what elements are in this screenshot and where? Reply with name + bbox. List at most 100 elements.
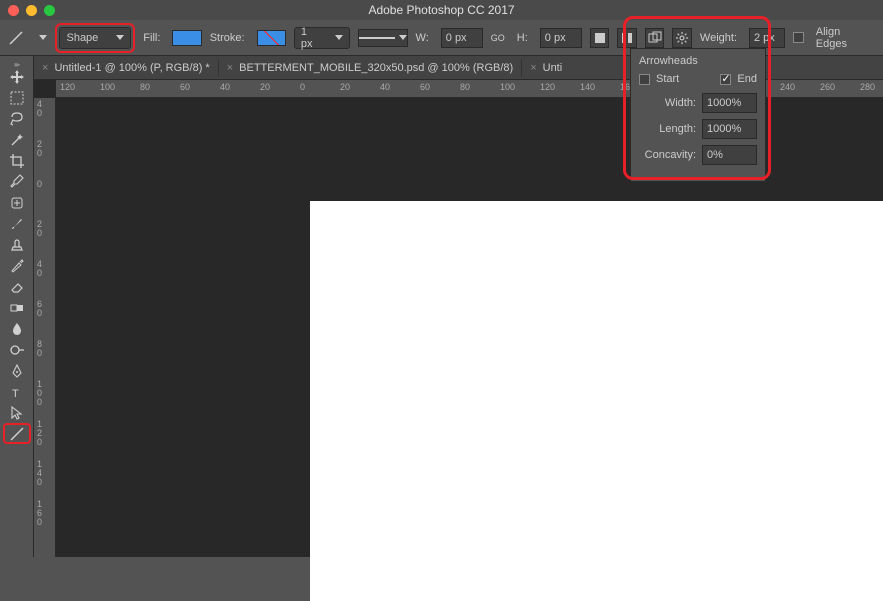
gradient-tool[interactable] <box>3 297 31 318</box>
eraser-tool[interactable] <box>3 276 31 297</box>
close-tab-icon[interactable]: × <box>530 62 536 74</box>
arrowheads-popover: Arrowheads Start End Width: Length: Conc… <box>630 48 766 182</box>
ruler-tick: 0 <box>300 82 305 92</box>
ruler-tick: 160 <box>37 500 42 527</box>
end-arrow-label: End <box>737 73 757 85</box>
line-tool-icon[interactable] <box>6 28 25 48</box>
ruler-tick: 100 <box>100 82 115 92</box>
ruler-tick: 20 <box>340 82 350 92</box>
document-tab-label: Untitled-1 @ 100% (P, RGB/8) * <box>54 62 209 74</box>
eyedropper-tool[interactable] <box>3 171 31 192</box>
ruler-tick: 40 <box>380 82 390 92</box>
align-edges-label: Align Edges <box>816 26 873 50</box>
marquee-tool[interactable] <box>3 87 31 108</box>
ruler-tick: 80 <box>460 82 470 92</box>
shape-mode-highlight: Shape <box>55 23 135 53</box>
chevron-down-icon <box>399 35 407 40</box>
window-controls <box>8 5 55 16</box>
svg-text:T: T <box>12 388 19 400</box>
tools-panel: ▸▸ T <box>0 56 34 557</box>
ruler-tick: 60 <box>37 300 42 318</box>
brush-tool[interactable] <box>3 213 31 234</box>
close-window-button[interactable] <box>8 5 19 16</box>
close-tab-icon[interactable]: × <box>42 62 48 74</box>
end-arrow-checkbox[interactable] <box>720 74 731 85</box>
clone-stamp-tool[interactable] <box>3 234 31 255</box>
ruler-tick: 20 <box>260 82 270 92</box>
tool-preset-dropdown-icon[interactable] <box>39 35 47 40</box>
arrow-concavity-label: Concavity: <box>639 149 696 161</box>
ruler-tick: 100 <box>500 82 515 92</box>
stroke-swatch[interactable] <box>257 30 286 46</box>
document-tab[interactable]: × Untitled-1 @ 100% (P, RGB/8) * <box>34 56 218 80</box>
ruler-tick: 100 <box>37 380 42 407</box>
height-input[interactable] <box>540 28 582 48</box>
ruler-tick: 20 <box>37 140 42 158</box>
weight-input[interactable] <box>749 28 785 48</box>
arrow-length-input[interactable] <box>702 119 757 139</box>
ruler-tick: 120 <box>60 82 75 92</box>
stroke-width-value: 1 px <box>301 26 321 50</box>
path-operations-button[interactable] <box>590 28 610 48</box>
path-selection-tool[interactable] <box>3 402 31 423</box>
link-wh-icon[interactable]: GO <box>491 33 505 43</box>
crop-tool[interactable] <box>3 150 31 171</box>
fill-swatch[interactable] <box>172 30 201 46</box>
solid-line-icon <box>359 37 395 39</box>
ruler-tick: 140 <box>580 82 595 92</box>
stroke-label: Stroke: <box>210 32 245 44</box>
stroke-style-dropdown[interactable] <box>358 29 408 47</box>
maximize-window-button[interactable] <box>44 5 55 16</box>
start-arrow-label: Start <box>656 73 714 85</box>
ruler-tick: 20 <box>37 220 42 238</box>
healing-brush-tool[interactable] <box>3 192 31 213</box>
ruler-tick: 240 <box>780 82 795 92</box>
document-tab[interactable]: × Unti <box>522 56 570 80</box>
ruler-tick: 40 <box>220 82 230 92</box>
weight-label: Weight: <box>700 32 737 44</box>
ruler-tick: 120 <box>37 420 42 447</box>
document-tab[interactable]: × BETTERMENT_MOBILE_320x50.psd @ 100% (R… <box>219 56 521 80</box>
start-arrow-checkbox[interactable] <box>639 74 650 85</box>
title-bar: Adobe Photoshop CC 2017 <box>0 0 883 20</box>
minimize-window-button[interactable] <box>26 5 37 16</box>
ruler-tick: 80 <box>37 340 42 358</box>
chevron-down-icon <box>116 35 124 40</box>
ruler-tick: 60 <box>420 82 430 92</box>
document-tab-label: Unti <box>543 62 563 74</box>
align-edges-checkbox[interactable] <box>793 32 804 43</box>
magic-wand-tool[interactable] <box>3 129 31 150</box>
height-label: H: <box>517 32 528 44</box>
blur-tool[interactable] <box>3 318 31 339</box>
stroke-width-dropdown[interactable]: 1 px <box>294 27 350 49</box>
chevron-down-icon <box>335 35 343 40</box>
ruler-tick: 40 <box>37 100 42 118</box>
path-arrangement-button[interactable] <box>645 28 665 48</box>
arrow-concavity-input[interactable] <box>702 145 757 165</box>
lasso-tool[interactable] <box>3 108 31 129</box>
arrow-width-label: Width: <box>639 97 696 109</box>
ruler-tick: 280 <box>860 82 875 92</box>
dodge-tool[interactable] <box>3 339 31 360</box>
ruler-tick: 260 <box>820 82 835 92</box>
history-brush-tool[interactable] <box>3 255 31 276</box>
popover-heading: Arrowheads <box>639 55 757 67</box>
arrow-length-label: Length: <box>639 123 696 135</box>
tool-mode-dropdown[interactable]: Shape <box>59 27 131 49</box>
tool-mode-label: Shape <box>66 32 98 44</box>
vertical-ruler: 4020020406080100120140160 <box>34 98 56 557</box>
type-tool[interactable]: T <box>3 381 31 402</box>
ruler-tick: 60 <box>180 82 190 92</box>
document-canvas[interactable] <box>310 201 883 601</box>
close-tab-icon[interactable]: × <box>227 62 233 74</box>
path-alignment-button[interactable] <box>617 28 637 48</box>
document-tab-label: BETTERMENT_MOBILE_320x50.psd @ 100% (RGB… <box>239 62 513 74</box>
width-input[interactable] <box>441 28 483 48</box>
geometry-options-gear-icon[interactable] <box>672 28 692 48</box>
ruler-tick: 40 <box>37 260 42 278</box>
arrow-width-input[interactable] <box>702 93 757 113</box>
pen-tool[interactable] <box>3 360 31 381</box>
fill-label: Fill: <box>143 32 160 44</box>
move-tool[interactable] <box>3 66 31 87</box>
line-tool[interactable] <box>3 423 31 444</box>
